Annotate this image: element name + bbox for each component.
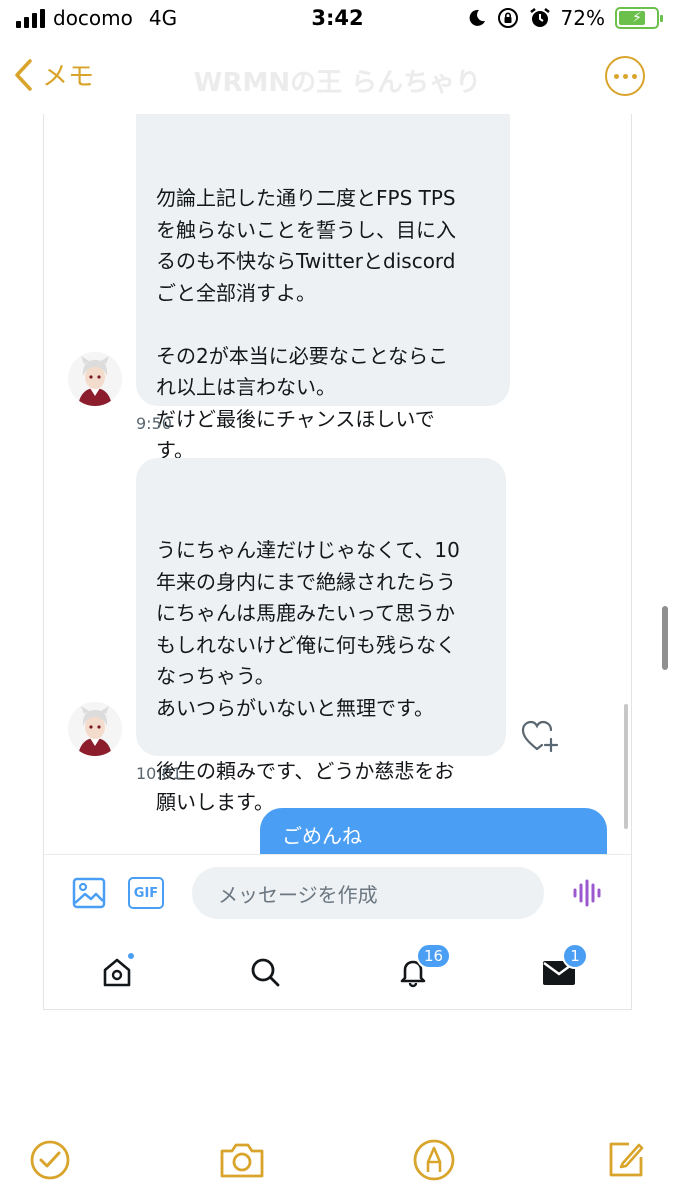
voice-message-button[interactable] (572, 877, 604, 913)
pasted-screenshot: 勿論上記した通り二度とFPS TPS を触らないことを誓うし、目に入 るのも不快… (43, 114, 632, 1010)
alarm-icon (529, 8, 550, 27)
markup-button[interactable] (410, 1136, 458, 1184)
moon-icon (469, 9, 485, 26)
message-input[interactable]: メッセージを作成 (192, 867, 544, 919)
message-input-placeholder: メッセージを作成 (218, 882, 378, 907)
status-right: 72% ⚡ (467, 6, 663, 30)
messages-badge: 1 (562, 943, 588, 969)
notes-toolbar (0, 1130, 675, 1192)
note-scrollbar[interactable] (662, 606, 668, 670)
message-thread: 勿論上記した通り二度とFPS TPS を触らないことを誓うし、目に入 るのも不快… (44, 114, 631, 854)
battery-percent: 72% (560, 6, 605, 30)
messages-count: 1 (570, 947, 580, 965)
home-icon (103, 958, 131, 987)
home-new-dot (126, 951, 136, 961)
pen-circle-icon (413, 1139, 455, 1181)
camera-button[interactable] (218, 1136, 266, 1184)
gif-button[interactable]: GIF (128, 877, 164, 909)
tab-search[interactable] (240, 947, 290, 997)
anime-avatar-icon (68, 702, 122, 756)
gif-label: GIF (133, 885, 159, 901)
thread-scrollbar[interactable] (624, 704, 628, 829)
message-text: ごめんね (282, 824, 362, 848)
tab-messages[interactable]: 1 (534, 943, 588, 997)
tab-notifications[interactable]: 16 (388, 943, 452, 997)
message-composer: GIF メッセージを作成 16 1 (44, 854, 631, 1009)
more-options-button[interactable] (605, 56, 645, 96)
battery-icon: ⚡ (615, 7, 663, 29)
notifications-count: 16 (424, 947, 444, 965)
message-bubble-sent: ごめんね (260, 808, 607, 854)
heart-plus-icon (521, 720, 559, 753)
like-button[interactable] (520, 718, 560, 758)
add-image-button[interactable] (72, 877, 106, 913)
image-icon (72, 877, 106, 909)
checklist-button[interactable] (26, 1136, 74, 1184)
tab-bar: 16 1 (44, 943, 631, 1007)
notes-nav-bar: メモ WRMNの王 らんちゃり (0, 50, 675, 106)
avatar[interactable] (68, 702, 122, 756)
checkmark-circle-icon (30, 1140, 70, 1180)
faded-conversation-title: WRMNの王 らんちゃり (193, 68, 482, 98)
message-bubble-received-1: 勿論上記した通り二度とFPS TPS を触らないことを誓うし、目に入 るのも不快… (136, 114, 510, 462)
avatar[interactable] (68, 352, 122, 406)
message-bubble-received-2: うにちゃん達だけじゃなくて、10 年来の身内にまで絶縁されたらう にちゃんは馬鹿… (136, 458, 506, 814)
rotation-lock-icon (497, 8, 518, 28)
camera-icon (220, 1143, 264, 1178)
message-timestamp: 10:01 (136, 764, 183, 783)
ellipsis-circle-icon (613, 73, 619, 79)
tab-home[interactable] (92, 947, 142, 997)
compose-icon (609, 1142, 644, 1177)
anime-avatar-icon (68, 352, 122, 406)
message-text: 勿論上記した通り二度とFPS TPS を触らないことを誓うし、目に入 るのも不快… (156, 186, 456, 462)
compose-button[interactable] (602, 1136, 650, 1184)
search-icon (251, 958, 280, 987)
message-text: うにちゃん達だけじゃなくて、10 年来の身内にまで絶縁されたらう にちゃんは馬鹿… (156, 538, 460, 814)
message-timestamp: 9:50 (136, 414, 172, 433)
status-bar: docomo 4G 3:42 72% ⚡ (0, 0, 675, 40)
notifications-badge: 16 (416, 943, 452, 969)
waveform-icon (573, 879, 601, 907)
